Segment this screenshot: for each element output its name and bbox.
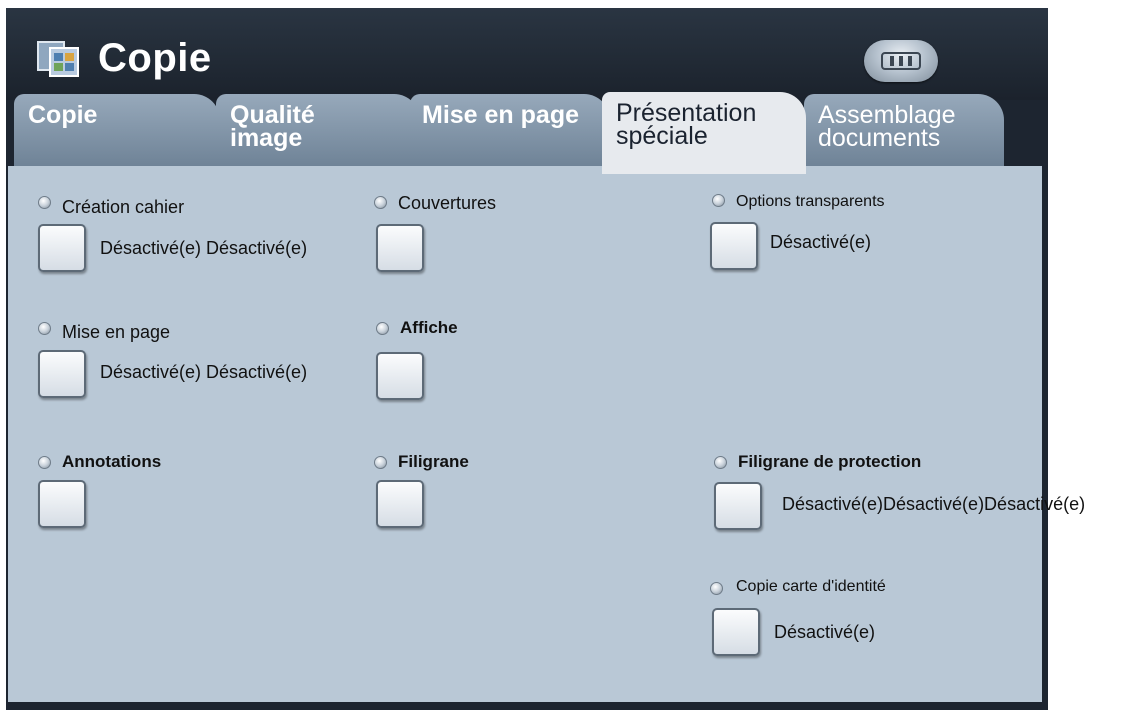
tab-label-line2: documents <box>818 124 941 152</box>
app-title: Copie <box>98 36 212 80</box>
status-indicator-icon <box>376 322 389 335</box>
header-bar: Copie <box>6 8 1048 100</box>
options-transparents-button[interactable] <box>710 222 758 270</box>
copie-carte-button[interactable] <box>712 608 760 656</box>
filigrane-protection-value: Désactivé(e)Désactivé(e)Désactivé(e) <box>782 494 1086 514</box>
status-indicator-icon <box>38 322 51 335</box>
filigrane-protection-button[interactable] <box>714 482 762 530</box>
tab-label-line2: spéciale <box>616 122 708 150</box>
job-status-icon <box>881 52 921 70</box>
filigrane-label: Filigrane <box>398 452 469 471</box>
status-indicator-icon <box>712 194 725 207</box>
options-transparents-label: Options transparents <box>736 193 885 210</box>
copy-app-icon <box>37 41 79 77</box>
tab-presentation-speciale[interactable]: Présentation spéciale <box>602 92 806 174</box>
tab-label-line1: Mise en page <box>422 101 579 129</box>
affiche-button[interactable] <box>376 352 424 400</box>
tab-mise-en-page[interactable]: Mise en page <box>410 94 610 166</box>
mise-en-page-label: Mise en page <box>62 322 171 342</box>
status-indicator-icon <box>38 196 51 209</box>
annotations-button[interactable] <box>38 480 86 528</box>
tab-assemblage-documents[interactable]: Assemblage documents <box>804 94 1004 166</box>
creation-cahier-value: Désactivé(e) Désactivé(e) <box>100 238 308 258</box>
job-status-button[interactable] <box>864 40 938 82</box>
copie-carte-value: Désactivé(e) <box>774 622 876 642</box>
mise-en-page-value: Désactivé(e) Désactivé(e) <box>100 362 308 382</box>
options-transparents-value: Désactivé(e) <box>770 232 872 252</box>
status-indicator-icon <box>714 456 727 469</box>
filigrane-button[interactable] <box>376 480 424 528</box>
filigrane-protection-label: Filigrane de protection <box>738 452 922 471</box>
options-panel: Création cahier Désactivé(e) Désactivé(e… <box>8 166 1042 702</box>
affiche-label: Affiche <box>400 318 458 337</box>
couvertures-label: Couvertures <box>398 193 497 213</box>
creation-cahier-label: Création cahier <box>62 197 185 217</box>
annotations-label: Annotations <box>62 452 162 471</box>
tab-copie[interactable]: Copie <box>14 94 220 166</box>
creation-cahier-button[interactable] <box>38 224 86 272</box>
tab-label-line1: Copie <box>28 101 98 129</box>
tab-qualite-image[interactable]: Qualité image <box>216 94 420 166</box>
status-indicator-icon <box>374 196 387 209</box>
tab-label-line2: image <box>230 124 303 152</box>
status-indicator-icon <box>710 582 723 595</box>
status-indicator-icon <box>38 456 51 469</box>
mise-en-page-button[interactable] <box>38 350 86 398</box>
couvertures-button[interactable] <box>376 224 424 272</box>
copie-carte-label: Copie carte d'identité <box>736 578 886 595</box>
status-indicator-icon <box>374 456 387 469</box>
